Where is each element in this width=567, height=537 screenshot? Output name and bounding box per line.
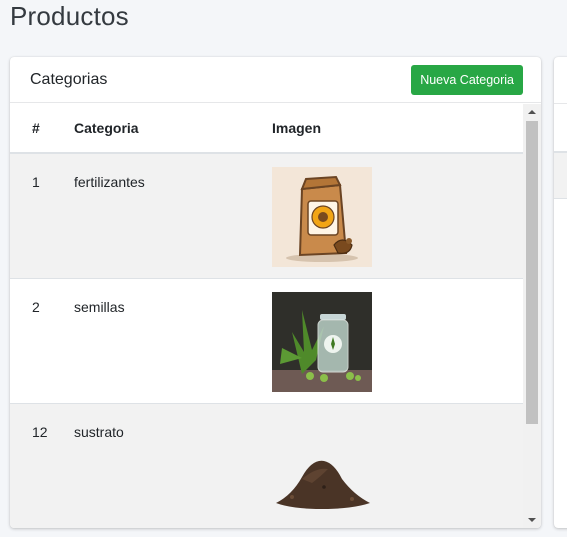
scroll-up-icon[interactable] <box>528 110 536 114</box>
row-category-name: fertilizantes <box>74 174 145 190</box>
row-image-cell <box>272 404 523 528</box>
row-id: 1 <box>32 174 40 190</box>
secondary-card-edge <box>554 57 567 528</box>
table-row[interactable]: 1 fertilizantes <box>10 154 523 279</box>
row-image-cell <box>272 154 523 278</box>
fertilizer-bag-image <box>272 167 372 267</box>
seeds-jar-image <box>272 292 372 392</box>
categories-table: # Categoria Imagen 1 fertilizantes 2 sem… <box>10 104 541 528</box>
divider <box>554 151 567 199</box>
column-header-category: Categoria <box>74 120 139 136</box>
row-id: 2 <box>32 299 40 315</box>
new-category-button[interactable]: Nueva Categoria <box>411 64 523 95</box>
column-header-image: Imagen <box>272 120 322 136</box>
categories-card: Categorias Nueva Categoria # Categoria I… <box>10 57 541 528</box>
table-row[interactable]: 2 semillas <box>10 279 523 404</box>
row-id: 12 <box>32 424 48 440</box>
card-title: Categorias <box>30 70 108 88</box>
row-category-name: semillas <box>74 299 125 315</box>
card-header: Categorias Nueva Categoria <box>10 57 541 103</box>
table-header: # Categoria Imagen <box>10 104 523 154</box>
row-image-cell <box>272 279 523 403</box>
page-title: Productos <box>10 1 129 31</box>
column-header-num: # <box>32 120 40 136</box>
table-row[interactable]: 12 sustrato <box>10 404 523 528</box>
soil-pile-image <box>272 417 372 517</box>
divider <box>554 103 567 104</box>
scroll-down-icon[interactable] <box>528 518 536 522</box>
scrollbar-thumb[interactable] <box>526 121 538 424</box>
table-scrollbar[interactable] <box>523 104 541 528</box>
row-category-name: sustrato <box>74 424 124 440</box>
